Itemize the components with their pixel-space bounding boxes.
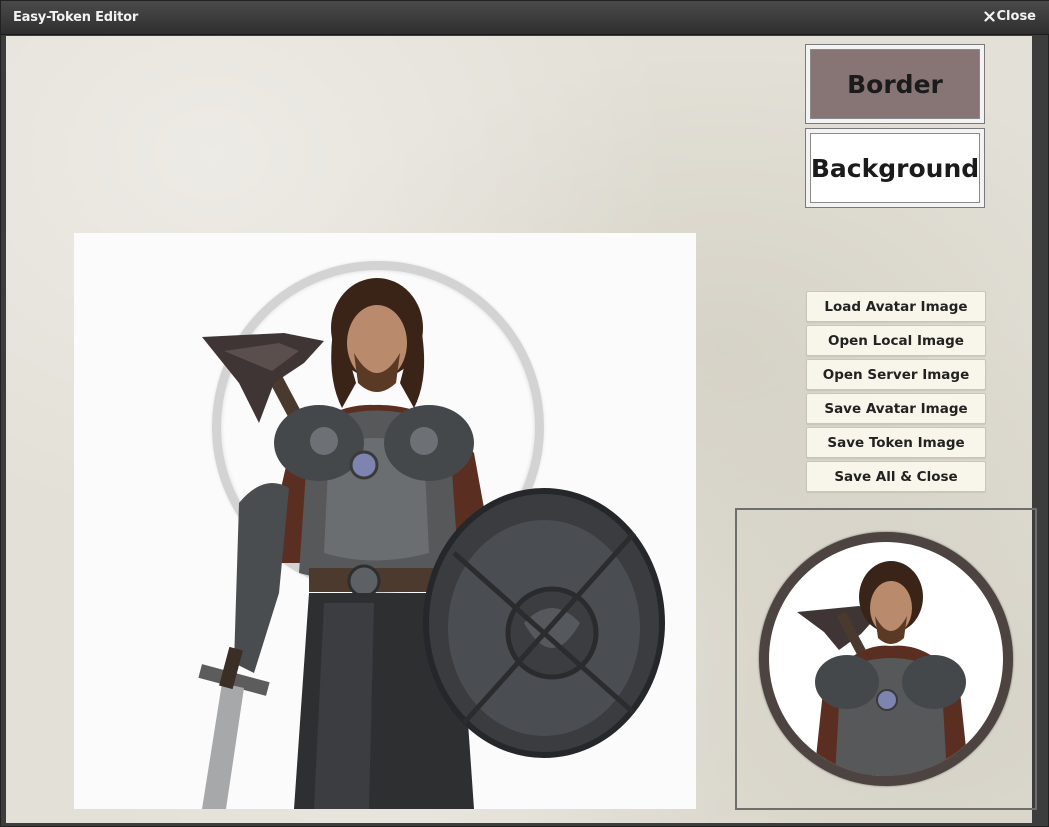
warrior-avatar-image (198, 278, 665, 809)
background-color-swatch: Background (810, 133, 980, 203)
border-color-swatch: Border (810, 49, 980, 119)
open-server-image-button[interactable]: Open Server Image (806, 359, 986, 390)
save-token-image-button[interactable]: Save Token Image (806, 427, 986, 458)
token-preview-image (759, 532, 1013, 786)
token-preview-panel (735, 508, 1037, 810)
easy-token-editor-window: Easy-Token Editor Close Border Backgroun… (0, 0, 1049, 827)
window-title: Easy-Token Editor (13, 10, 139, 25)
close-icon (983, 11, 995, 22)
border-color-button[interactable]: Border (805, 44, 985, 124)
close-button[interactable]: Close (983, 9, 1036, 24)
avatar-image-canvas[interactable] (74, 233, 696, 809)
editor-content: Border Background Load Avatar Image Open… (6, 36, 1037, 823)
background-color-button[interactable]: Background (805, 128, 985, 208)
save-avatar-image-button[interactable]: Save Avatar Image (806, 393, 986, 424)
close-label: Close (996, 9, 1036, 24)
open-local-image-button[interactable]: Open Local Image (806, 325, 986, 356)
title-bar: Easy-Token Editor Close (1, 1, 1049, 35)
action-button-list: Load Avatar Image Open Local Image Open … (806, 291, 986, 495)
save-all-close-button[interactable]: Save All & Close (806, 461, 986, 492)
load-avatar-image-button[interactable]: Load Avatar Image (806, 291, 986, 322)
